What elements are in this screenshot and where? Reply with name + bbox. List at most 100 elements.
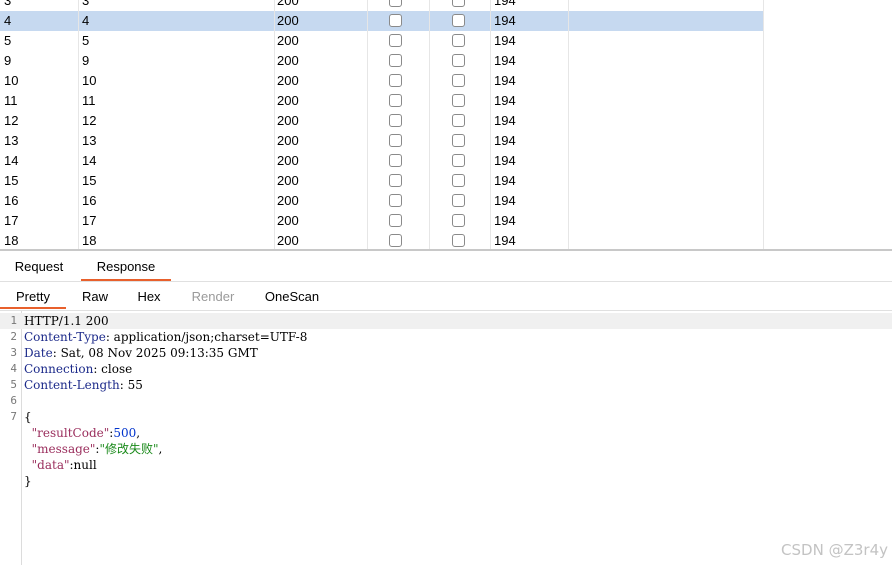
error-cell xyxy=(389,31,402,51)
table-row[interactable]: 5 5 200 194 xyxy=(0,31,763,51)
timeout-checkbox[interactable] xyxy=(452,114,465,127)
timeout-cell xyxy=(452,191,465,211)
timeout-checkbox[interactable] xyxy=(452,74,465,87)
json-open-brace: { xyxy=(24,410,32,424)
status-code-cell: 200 xyxy=(277,73,299,88)
tab-request[interactable]: Request xyxy=(8,251,70,279)
timeout-checkbox[interactable] xyxy=(452,234,465,247)
tab-raw[interactable]: Raw xyxy=(72,282,118,309)
payload-cell: 15 xyxy=(82,173,97,188)
payload-cell: 10 xyxy=(82,73,97,88)
payload-cell: 16 xyxy=(82,193,97,208)
table-row[interactable]: 3 3 200 194 xyxy=(0,0,763,11)
length-cell: 194 xyxy=(494,233,516,248)
status-code-cell: 200 xyxy=(277,33,299,48)
error-checkbox[interactable] xyxy=(389,194,402,207)
length-cell: 194 xyxy=(494,13,516,28)
timeout-checkbox[interactable] xyxy=(452,0,465,7)
payload-cell: 18 xyxy=(82,233,97,248)
error-checkbox[interactable] xyxy=(389,214,402,227)
table-row[interactable]: 17 17 200 194 xyxy=(0,211,763,231)
tab-pretty[interactable]: Pretty xyxy=(0,282,66,309)
column-divider xyxy=(274,0,275,250)
request-number-cell: 13 xyxy=(4,133,19,148)
error-checkbox[interactable] xyxy=(389,114,402,127)
timeout-checkbox[interactable] xyxy=(452,174,465,187)
error-cell xyxy=(389,0,402,11)
error-checkbox[interactable] xyxy=(389,34,402,47)
payload-cell: 13 xyxy=(82,133,97,148)
timeout-checkbox[interactable] xyxy=(452,34,465,47)
tab-hex[interactable]: Hex xyxy=(128,282,170,309)
json-separator: , xyxy=(158,442,163,456)
length-cell: 194 xyxy=(494,0,516,8)
header-value: application/json;charset=UTF-8 xyxy=(113,330,308,344)
status-line: HTTP/1.1 200 xyxy=(24,314,109,328)
header-value: Sat, 08 Nov 2025 09:13:35 GMT xyxy=(60,346,258,360)
table-row[interactable]: 12 12 200 194 xyxy=(0,111,763,131)
table-row[interactable]: 4 4 200 194 xyxy=(0,11,763,31)
status-code-cell: 200 xyxy=(277,213,299,228)
payload-cell: 5 xyxy=(82,33,90,48)
error-checkbox[interactable] xyxy=(389,94,402,107)
timeout-cell xyxy=(452,91,465,111)
line-number: 6 xyxy=(10,394,17,407)
timeout-checkbox[interactable] xyxy=(452,54,465,67)
error-checkbox[interactable] xyxy=(389,134,402,147)
timeout-cell xyxy=(452,111,465,131)
length-cell: 194 xyxy=(494,113,516,128)
table-row[interactable]: 9 9 200 194 xyxy=(0,51,763,71)
timeout-checkbox[interactable] xyxy=(452,194,465,207)
tab-onescan[interactable]: OneScan xyxy=(256,282,328,309)
status-code-cell: 200 xyxy=(277,133,299,148)
timeout-checkbox[interactable] xyxy=(452,154,465,167)
timeout-checkbox[interactable] xyxy=(452,134,465,147)
error-checkbox[interactable] xyxy=(389,74,402,87)
error-cell xyxy=(389,151,402,171)
timeout-cell xyxy=(452,211,465,231)
line-number: 4 xyxy=(10,362,17,375)
table-row[interactable]: 14 14 200 194 xyxy=(0,151,763,171)
status-code-cell: 200 xyxy=(277,153,299,168)
table-row[interactable]: 13 13 200 194 xyxy=(0,131,763,151)
error-checkbox[interactable] xyxy=(389,54,402,67)
error-checkbox[interactable] xyxy=(389,154,402,167)
request-number-cell: 18 xyxy=(4,233,19,248)
error-checkbox[interactable] xyxy=(389,0,402,7)
error-cell xyxy=(389,111,402,131)
length-cell: 194 xyxy=(494,33,516,48)
error-cell xyxy=(389,211,402,231)
editor-line: 7 { xyxy=(0,409,892,425)
watermark: CSDN @Z3r4y xyxy=(781,541,888,559)
table-row[interactable]: 16 16 200 194 xyxy=(0,191,763,211)
request-number-cell: 15 xyxy=(4,173,19,188)
timeout-checkbox[interactable] xyxy=(452,214,465,227)
timeout-checkbox[interactable] xyxy=(452,94,465,107)
table-row[interactable]: 10 10 200 194 xyxy=(0,71,763,91)
editor-line: "message":"修改失败", xyxy=(31,442,163,456)
error-cell xyxy=(389,131,402,151)
error-checkbox[interactable] xyxy=(389,14,402,27)
status-code-cell: 200 xyxy=(277,93,299,108)
status-code-cell: 200 xyxy=(277,13,299,28)
timeout-checkbox[interactable] xyxy=(452,14,465,27)
length-cell: 194 xyxy=(494,213,516,228)
json-value: null xyxy=(73,458,97,472)
table-row[interactable]: 18 18 200 194 xyxy=(0,231,763,250)
response-editor[interactable]: 1 HTTP/1.1 200 2 Content-Type: applicati… xyxy=(0,311,892,565)
error-cell xyxy=(389,51,402,71)
error-cell xyxy=(389,191,402,211)
error-checkbox[interactable] xyxy=(389,234,402,247)
editor-line: 6 xyxy=(0,393,892,409)
tab-response[interactable]: Response xyxy=(81,251,171,281)
request-number-cell: 9 xyxy=(4,53,12,68)
status-code-cell: 200 xyxy=(277,173,299,188)
editor-line: 5 Content-Length: 55 xyxy=(0,377,892,393)
status-code-cell: 200 xyxy=(277,0,299,8)
header-value: 55 xyxy=(127,378,143,392)
json-key: "message" xyxy=(31,442,96,456)
table-row[interactable]: 11 11 200 194 xyxy=(0,91,763,111)
error-checkbox[interactable] xyxy=(389,174,402,187)
status-code-cell: 200 xyxy=(277,53,299,68)
table-row[interactable]: 15 15 200 194 xyxy=(0,171,763,191)
